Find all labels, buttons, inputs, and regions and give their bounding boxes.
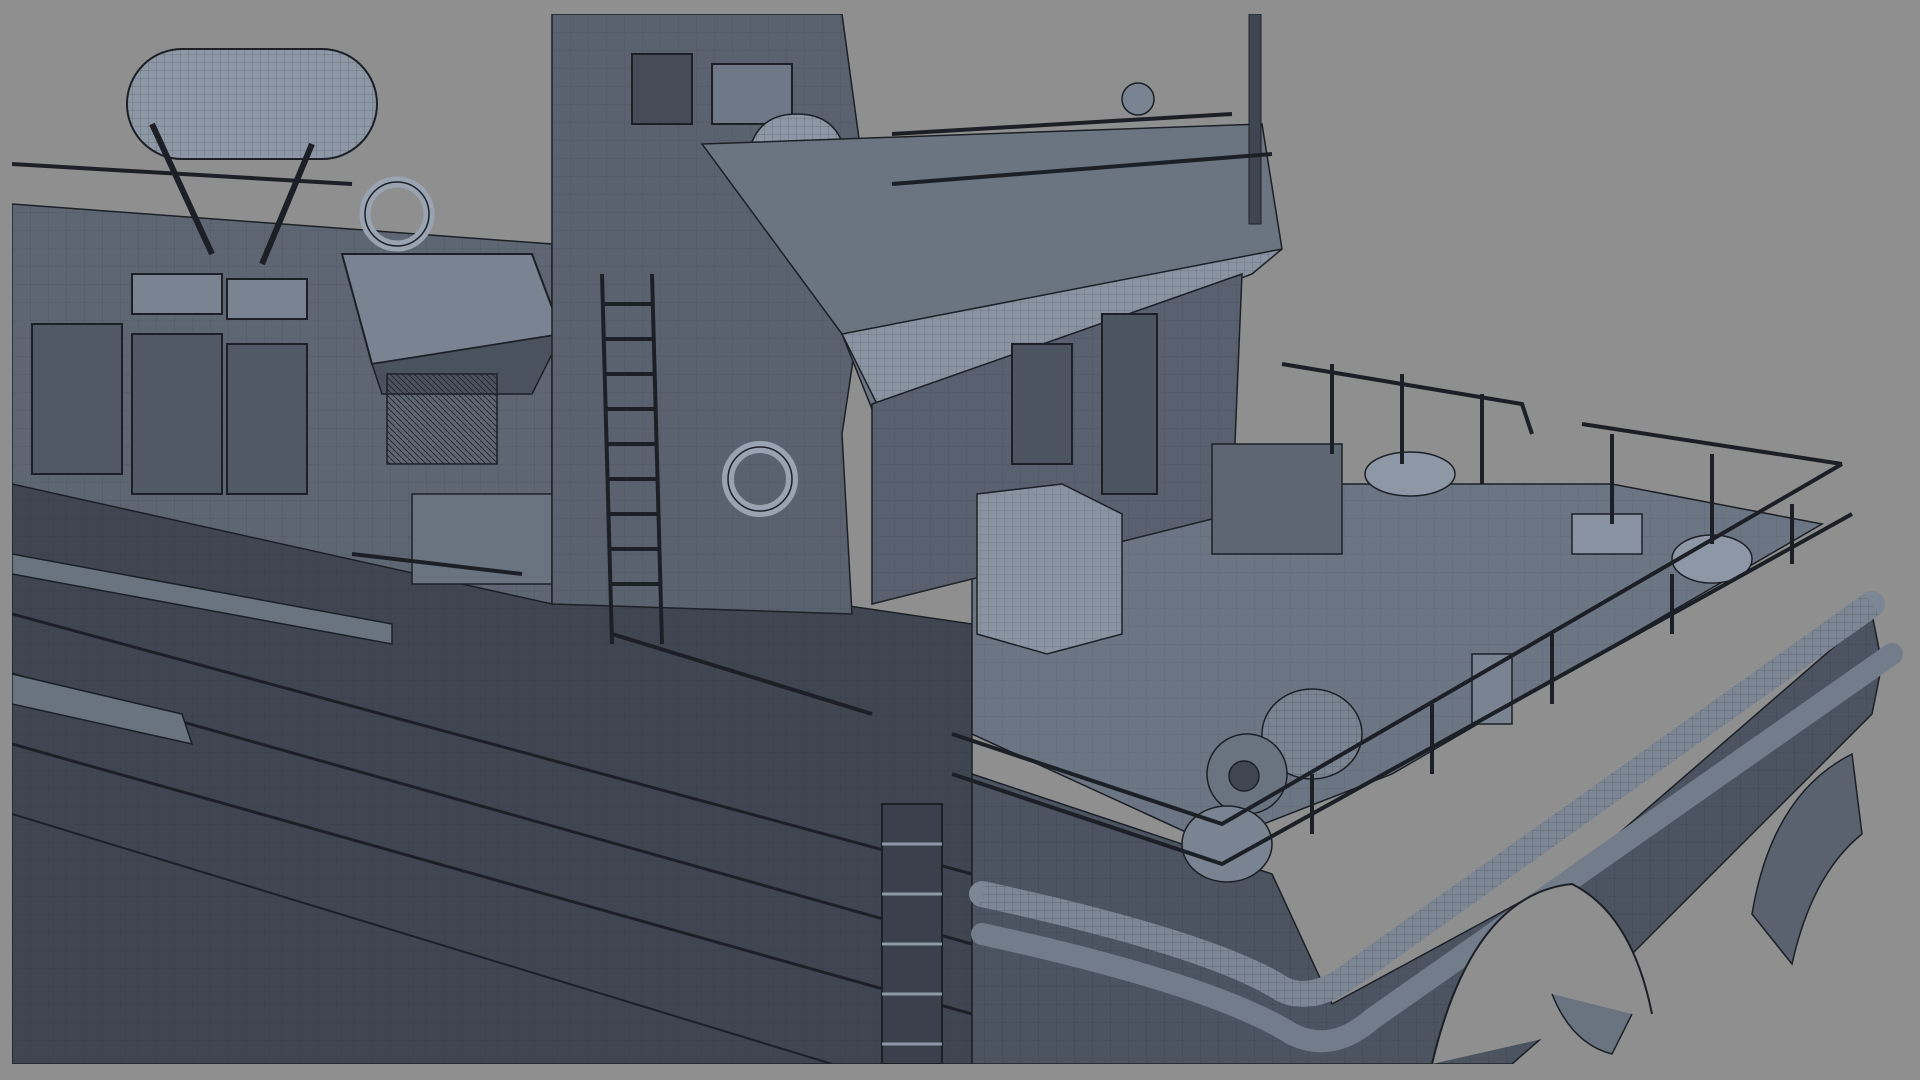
render-viewport	[12, 14, 1908, 1064]
hull-ladder	[881, 803, 943, 1064]
deck-locker	[976, 483, 1123, 655]
upper-deckhouse	[551, 14, 873, 615]
ship-wireframe-render	[12, 14, 1903, 1064]
